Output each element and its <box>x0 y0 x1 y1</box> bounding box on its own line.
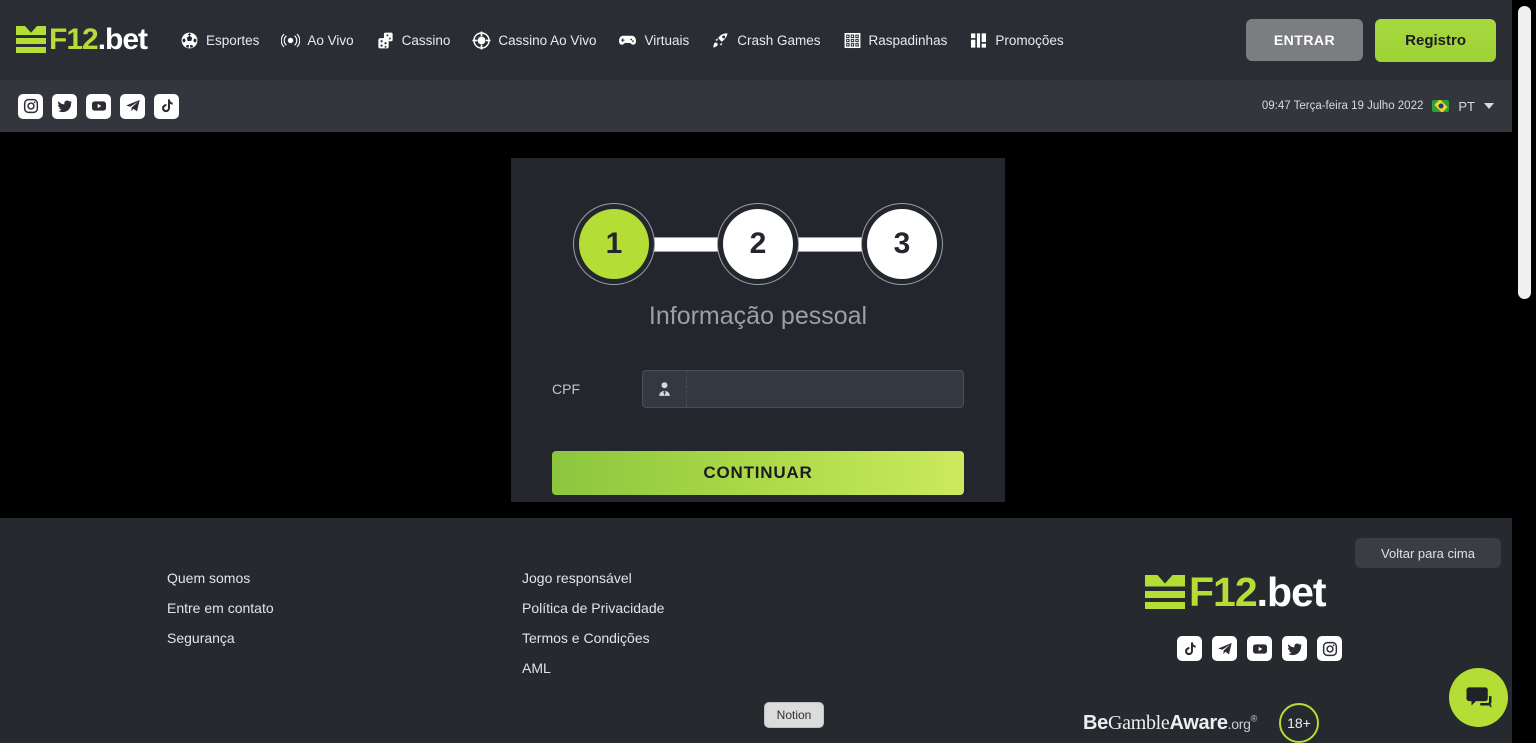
gamble-aware: Aware <box>1169 711 1228 734</box>
gamepad-icon <box>619 35 637 45</box>
footer-column-legal: Jogo responsável Política de Privacidade… <box>522 570 664 690</box>
nav-item-ao-vivo[interactable]: Ao Vivo <box>270 31 364 50</box>
youtube-icon[interactable] <box>86 93 111 119</box>
f12-crown-mark-icon <box>16 26 46 54</box>
continue-button[interactable]: CONTINUAR <box>552 451 964 495</box>
sub-header: 09:47 Terça-feira 19 Julho 2022 PT <box>0 80 1512 132</box>
stepper-connector-2 <box>787 236 873 252</box>
nav-label: Ao Vivo <box>307 32 354 48</box>
footer-logo-white: .bet <box>1256 569 1327 615</box>
registration-card: 1 2 3 Informação pessoal CPF CONTINUAR <box>511 158 1005 502</box>
telegram-icon[interactable] <box>120 93 145 119</box>
twitter-icon[interactable] <box>52 93 77 119</box>
chevron-down-icon[interactable] <box>1484 103 1494 109</box>
nav-item-cassino-ao-vivo[interactable]: Cassino Ao Vivo <box>461 30 607 50</box>
scratch-card-grid-icon <box>844 32 860 48</box>
soccer-ball-icon <box>181 32 198 48</box>
social-links-footer <box>1177 636 1342 661</box>
step-2[interactable]: 2 <box>723 209 793 279</box>
nav-label: Raspadinhas <box>868 32 948 48</box>
live-broadcast-icon <box>281 33 301 47</box>
notion-button[interactable]: Notion <box>764 702 824 728</box>
nav-item-virtuais[interactable]: Virtuais <box>607 31 700 50</box>
gift-icon <box>971 32 987 48</box>
back-to-top-button[interactable]: Voltar para cima <box>1355 538 1501 568</box>
nav-label: Cassino <box>401 32 451 48</box>
footer-link-jogo-responsavel[interactable]: Jogo responsável <box>522 570 664 586</box>
datetime-display: 09:47 Terça-feira 19 Julho 2022 <box>1261 100 1424 112</box>
tiktok-icon[interactable] <box>154 93 179 119</box>
cpf-field-row: CPF <box>511 370 1005 408</box>
footer-link-seguranca[interactable]: Segurança <box>167 630 274 646</box>
site-logo[interactable]: F12.bet <box>16 23 148 56</box>
card-title: Informação pessoal <box>648 302 868 330</box>
registered-trademark-icon: ® <box>1250 712 1258 723</box>
registration-stepper: 1 2 3 <box>511 194 1005 294</box>
user-tie-icon <box>643 371 687 407</box>
social-links-top <box>18 93 179 119</box>
scrollbar-track[interactable] <box>1512 0 1536 743</box>
cpf-input[interactable] <box>687 381 963 397</box>
register-button[interactable]: Registro <box>1375 18 1496 62</box>
f12-crown-mark-icon <box>1145 574 1185 611</box>
gamble-org: .org <box>1227 715 1251 732</box>
instagram-icon[interactable] <box>18 93 43 119</box>
nav-label: Promoções <box>995 32 1064 48</box>
footer-logo-green: F12 <box>1189 569 1258 615</box>
sub-header-right: 09:47 Terça-feira 19 Julho 2022 PT <box>1262 99 1494 114</box>
nav-label: Virtuais <box>644 32 690 48</box>
chat-bubble-icon <box>1466 686 1491 708</box>
page-root: F12.bet Esportes Ao Vivo Cassino Cassino… <box>0 0 1536 743</box>
logo-text: F12.bet <box>49 23 148 56</box>
chat-widget-button[interactable] <box>1449 668 1508 727</box>
nav-item-promocoes[interactable]: Promoções <box>958 31 1074 50</box>
casino-chip-icon <box>472 30 492 50</box>
gamble-be: Be <box>1083 711 1108 734</box>
instagram-icon[interactable] <box>1317 636 1342 661</box>
dice-icon <box>377 32 393 48</box>
telegram-icon[interactable] <box>1212 636 1237 661</box>
footer-link-politica-privacidade[interactable]: Política de Privacidade <box>522 600 664 616</box>
twitter-icon[interactable] <box>1282 636 1307 661</box>
footer-link-quem-somos[interactable]: Quem somos <box>167 570 274 586</box>
footer-logo[interactable]: F12.bet <box>1145 569 1327 615</box>
main-header: F12.bet Esportes Ao Vivo Cassino Cassino… <box>0 0 1512 80</box>
nav-item-crash-games[interactable]: Crash Games <box>700 31 831 50</box>
footer-column-about: Quem somos Entre em contato Segurança <box>167 570 274 660</box>
age-restriction-badge: 18+ <box>1278 703 1319 743</box>
rocket-icon <box>713 32 728 48</box>
language-selector-label[interactable]: PT <box>1458 99 1475 114</box>
stepper-track: 1 2 3 <box>579 209 937 279</box>
nav-label: Crash Games <box>737 32 821 48</box>
responsible-gambling-block: BeGambleAware.org® 18+ <box>1083 703 1319 743</box>
footer-link-termos-condicoes[interactable]: Termos e Condições <box>522 630 664 646</box>
cpf-label: CPF <box>552 381 580 397</box>
gamble-gamble: Gamble <box>1107 711 1170 734</box>
site-footer: Quem somos Entre em contato Segurança Jo… <box>0 518 1512 743</box>
footer-link-aml[interactable]: AML <box>522 660 664 676</box>
footer-logo-text: F12.bet <box>1189 569 1327 615</box>
logo-text-green: F12 <box>49 23 99 56</box>
stepper-connector-1 <box>643 236 729 252</box>
footer-link-entre-em-contato[interactable]: Entre em contato <box>167 600 274 616</box>
nav-item-esportes[interactable]: Esportes <box>169 31 270 50</box>
logo-text-white: .bet <box>97 23 148 56</box>
begambleaware-logo[interactable]: BeGambleAware.org® <box>1083 712 1257 735</box>
nav-item-cassino[interactable]: Cassino <box>365 31 462 50</box>
scrollbar-thumb[interactable] <box>1518 6 1531 299</box>
login-button[interactable]: ENTRAR <box>1245 19 1364 61</box>
header-actions: ENTRAR Registro <box>1245 18 1496 62</box>
youtube-icon[interactable] <box>1247 636 1272 661</box>
step-3[interactable]: 3 <box>867 209 937 279</box>
primary-nav: Esportes Ao Vivo Cassino Cassino Ao Vivo… <box>169 30 1075 50</box>
nav-label: Esportes <box>206 32 260 48</box>
nav-label: Cassino Ao Vivo <box>498 32 597 48</box>
brazil-flag-icon <box>1432 100 1450 112</box>
cpf-input-wrapper[interactable] <box>642 370 964 408</box>
nav-item-raspadinhas[interactable]: Raspadinhas <box>832 31 959 50</box>
step-1[interactable]: 1 <box>579 209 649 279</box>
tiktok-icon[interactable] <box>1177 636 1202 661</box>
